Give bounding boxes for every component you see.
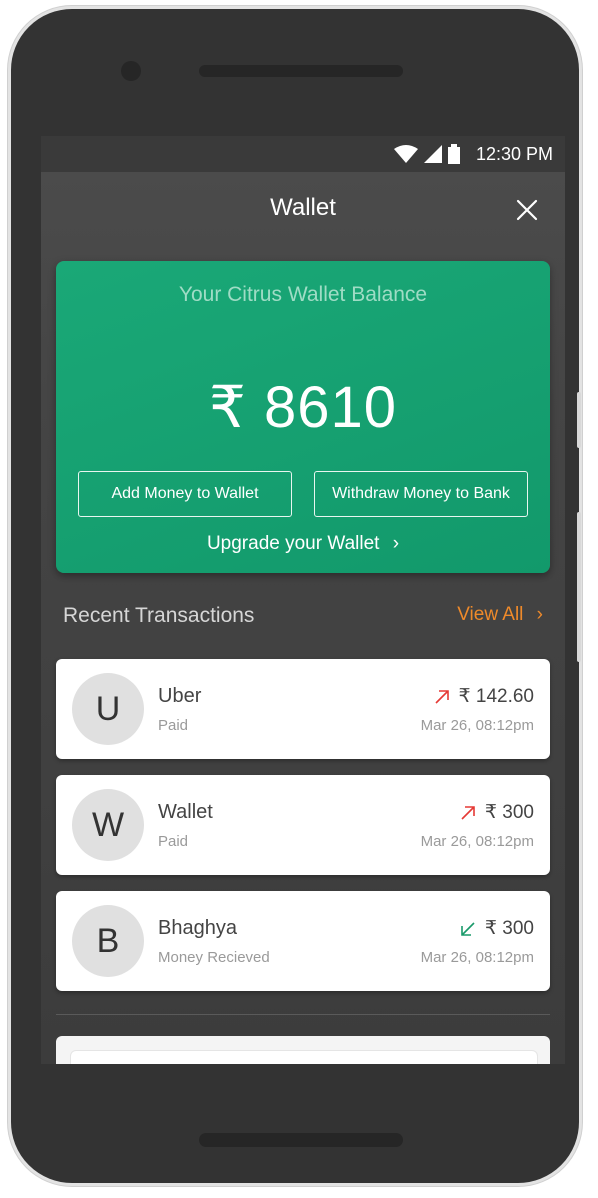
transaction-amount: ₹ 300 — [484, 802, 534, 823]
upgrade-wallet-label: Upgrade your Wallet — [206, 533, 380, 554]
partial-card — [56, 1036, 550, 1064]
avatar: W — [72, 789, 144, 861]
recent-transactions-title: Recent Transactions — [63, 604, 255, 627]
transaction-name: Uber — [158, 685, 202, 707]
transaction-status: Paid — [158, 717, 189, 734]
avatar: B — [72, 905, 144, 977]
view-all-link[interactable]: View All › — [457, 604, 543, 626]
transaction-status: Money Recieved — [158, 949, 270, 966]
status-time: 12:30 PM — [475, 143, 553, 164]
power-button — [577, 512, 581, 662]
volume-button — [577, 392, 581, 448]
signal-icon — [423, 145, 442, 163]
transaction-date: Mar 26, 08:12pm — [420, 949, 534, 966]
transaction-amount: ₹ 300 — [484, 918, 534, 939]
transaction-name: Bhaghya — [158, 917, 237, 939]
phone-frame: 12:30 PM Wallet Your Citrus Wallet Balan… — [8, 6, 582, 1186]
wallet-card-title: Your Citrus Wallet Balance — [178, 283, 428, 306]
transaction-row[interactable]: B Bhaghya Money Recieved ₹ 300 Mar 26, 0… — [56, 891, 550, 991]
upgrade-wallet-link[interactable]: Upgrade your Wallet › — [56, 533, 550, 555]
partial-card-inner — [70, 1050, 538, 1064]
close-icon — [516, 199, 538, 221]
battery-icon — [447, 144, 460, 164]
transaction-amount: ₹ 142.60 — [458, 686, 534, 707]
arrow-down-left-icon — [461, 921, 475, 936]
status-bar: 12:30 PM — [41, 136, 565, 172]
wifi-icon — [393, 145, 418, 163]
transaction-date: Mar 26, 08:12pm — [420, 833, 534, 850]
wallet-balance: ₹ 8610 — [208, 375, 398, 440]
withdraw-money-button[interactable]: Withdraw Money to Bank — [314, 471, 528, 517]
bottom-speaker — [199, 1133, 403, 1147]
chevron-right-icon: › — [536, 604, 543, 625]
page-title: Wallet — [270, 194, 336, 221]
arrow-up-right-icon — [434, 689, 449, 704]
add-money-button[interactable]: Add Money to Wallet — [78, 471, 292, 517]
front-camera — [121, 61, 141, 81]
transaction-status: Paid — [158, 833, 189, 850]
close-button[interactable] — [513, 196, 541, 224]
arrow-up-right-icon — [461, 805, 475, 820]
view-all-label: View All — [457, 604, 524, 625]
transaction-date: Mar 26, 08:12pm — [420, 717, 534, 734]
transaction-row[interactable]: U Uber Paid ₹ 142.60 Mar 26, 08:12pm — [56, 659, 550, 759]
divider — [56, 1014, 550, 1015]
transaction-name: Wallet — [158, 801, 213, 823]
screen: 12:30 PM Wallet Your Citrus Wallet Balan… — [41, 136, 565, 1064]
avatar: U — [72, 673, 144, 745]
wallet-balance-card: Your Citrus Wallet Balance ₹ 8610 Add Mo… — [56, 261, 550, 573]
chevron-right-icon: › — [392, 533, 400, 554]
transaction-row[interactable]: W Wallet Paid ₹ 300 Mar 26, 08:12pm — [56, 775, 550, 875]
earpiece-speaker — [199, 65, 403, 77]
